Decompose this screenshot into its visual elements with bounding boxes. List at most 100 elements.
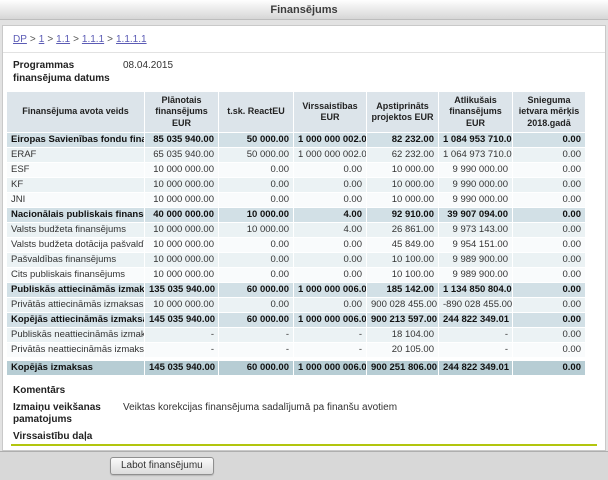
- row-value: 0.00: [513, 342, 585, 357]
- column-header: Atlikušais finansējums EUR: [439, 92, 512, 132]
- row-value: 0.00: [513, 327, 585, 342]
- row-value: 1 134 850 804.01: [439, 282, 512, 297]
- row-value: 0.00: [513, 162, 585, 177]
- breadcrumb-link-1-1[interactable]: 1.1: [56, 34, 70, 45]
- row-value: 10 000 000.00: [145, 177, 218, 192]
- row-value: 10 000.00: [219, 207, 293, 222]
- table-row: Pašvaldības finansējums 10 000 000.00 0.00…: [7, 252, 585, 267]
- table-row: Kopējās izmaksas 145 035 940.00 60 000.00 1…: [7, 357, 585, 375]
- column-header: Apstiprināts projektos EUR: [367, 92, 438, 132]
- row-value: 26 861.00: [367, 222, 438, 237]
- row-value: 10 000 000.00: [145, 297, 218, 312]
- breadcrumb-link-1-1-1-1[interactable]: 1.1.1.1: [116, 34, 147, 45]
- table-row: Nacionālais publiskais finansējums40 000…: [7, 207, 585, 222]
- row-label: Privātās attiecināmās izmaksas: [7, 297, 144, 312]
- table-row: Valsts budžeta dotācija pašvaldībām10 00…: [7, 237, 585, 252]
- row-value: -: [439, 342, 512, 357]
- reason-value: Veiktas korekcijas finansējuma sadalījum…: [123, 401, 398, 413]
- breadcrumb-link-1-1-1[interactable]: 1.1.1: [82, 34, 104, 45]
- row-value: 0.00: [219, 237, 293, 252]
- row-value: 0.00: [294, 162, 366, 177]
- row-value: 1 000 000 002.01: [294, 147, 366, 162]
- table-row: Publiskās attiecināmās izmaksas135 035 9…: [7, 282, 585, 297]
- row-value: 10 000 000.00: [145, 237, 218, 252]
- row-label: Valsts budžeta dotācija pašvaldībām: [7, 237, 144, 252]
- table-row: Publiskās neattiecināmās izmaksas---18 1…: [7, 327, 585, 342]
- row-value: 10 100.00: [367, 252, 438, 267]
- row-label: ERAF: [7, 147, 144, 162]
- row-value: 0.00: [219, 177, 293, 192]
- virssaistibas-section-title: Virssaistību daļa: [13, 430, 93, 442]
- row-value: 4.00: [294, 207, 366, 222]
- finance-table: Finansējuma avota veids Plānotais finans…: [6, 91, 586, 376]
- row-value: 1 000 000 006.01: [294, 357, 366, 375]
- row-value: 0.00: [513, 177, 585, 192]
- content-panel: DP >1 >1.1 >1.1.1 >1.1.1.1 Programmas finans…: [2, 25, 606, 451]
- row-label: Eiropas Savienības fondu finansējums: [7, 132, 144, 147]
- table-row: Valsts budžeta finansējums 10 000 000.00 1…: [7, 222, 585, 237]
- row-value: 10 000.00: [367, 177, 438, 192]
- row-value: 45 849.00: [367, 237, 438, 252]
- row-value: 0.00: [513, 312, 585, 327]
- row-value: 10 000 000.00: [145, 267, 218, 282]
- row-value: 900 028 455.00: [367, 297, 438, 312]
- row-value: 1 064 973 710.01: [439, 147, 512, 162]
- row-value: 10 000.00: [367, 162, 438, 177]
- row-value: 0.00: [219, 252, 293, 267]
- row-value: 0.00: [294, 237, 366, 252]
- table-row: ESF 10 000 000.00 0.00 0.00 10 000.00 9 990 0…: [7, 162, 585, 177]
- row-value: 0.00: [513, 222, 585, 237]
- row-value: 0.00: [294, 252, 366, 267]
- row-value: -: [294, 327, 366, 342]
- row-value: 60 000.00: [219, 282, 293, 297]
- finance-table-header-row: Finansējuma avota veids Plānotais finans…: [7, 92, 585, 132]
- row-value: 9 990 000.00: [439, 192, 512, 207]
- reason-label: Izmaiņu veikšanas pamatojums: [13, 401, 101, 426]
- row-value: 85 035 940.00: [145, 132, 218, 147]
- row-value: 244 822 349.01: [439, 312, 512, 327]
- row-value: 0.00: [219, 267, 293, 282]
- row-value: 900 251 806.00: [367, 357, 438, 375]
- row-value: 0.00: [513, 207, 585, 222]
- row-label: Privātās neattiecināmās izmaksas: [7, 342, 144, 357]
- row-value: 10 000 000.00: [145, 162, 218, 177]
- row-value: -: [145, 342, 218, 357]
- window-title: Finansējums: [0, 0, 608, 20]
- row-value: 1 000 000 002.01: [294, 132, 366, 147]
- program-date-row: Programmas finansējuma datums 08.04.2015: [3, 53, 605, 88]
- row-value: 0.00: [294, 192, 366, 207]
- row-value: 0.00: [513, 267, 585, 282]
- breadcrumb-separator: >: [47, 34, 54, 45]
- edit-finance-button[interactable]: Labot finansējumu: [110, 457, 214, 475]
- row-value: 10 000.00: [367, 192, 438, 207]
- row-value: 1 084 953 710.01: [439, 132, 512, 147]
- table-row: Eiropas Savienības fondu finansējums85 0…: [7, 132, 585, 147]
- row-value: 185 142.00: [367, 282, 438, 297]
- breadcrumb-link-1[interactable]: 1: [39, 34, 45, 45]
- row-value: 60 000.00: [219, 312, 293, 327]
- breadcrumb-separator: >: [107, 34, 113, 45]
- row-value: 4.00: [294, 222, 366, 237]
- comment-label: Komentārs: [13, 384, 66, 396]
- table-row: Cits publiskais finansējums 10 000 000.00…: [7, 267, 585, 282]
- row-value: 135 035 940.00: [145, 282, 218, 297]
- row-value: 1 000 000 006.01: [294, 282, 366, 297]
- row-value: -: [219, 342, 293, 357]
- row-value: -: [294, 342, 366, 357]
- row-value: 0.00: [513, 132, 585, 147]
- row-label: Kopējās izmaksas: [7, 357, 144, 375]
- row-value: 20 105.00: [367, 342, 438, 357]
- row-value: 92 910.00: [367, 207, 438, 222]
- table-row: Privātās neattiecināmās izmaksas - - -20 10…: [7, 342, 585, 357]
- breadcrumb-link-dp[interactable]: DP: [13, 34, 27, 45]
- green-divider: [11, 443, 597, 446]
- column-header: Virssaistības EUR: [294, 92, 366, 132]
- row-value: 0.00: [219, 297, 293, 312]
- row-value: -890 028 455.00: [439, 297, 512, 312]
- row-value: 39 907 094.00: [439, 207, 512, 222]
- footer-bar: Labot finansējumu: [0, 451, 608, 480]
- finance-table-body: Eiropas Savienības fondu finansējums85 0…: [7, 132, 585, 375]
- row-value: 0.00: [294, 297, 366, 312]
- row-value: 0.00: [513, 252, 585, 267]
- row-value: 0.00: [219, 162, 293, 177]
